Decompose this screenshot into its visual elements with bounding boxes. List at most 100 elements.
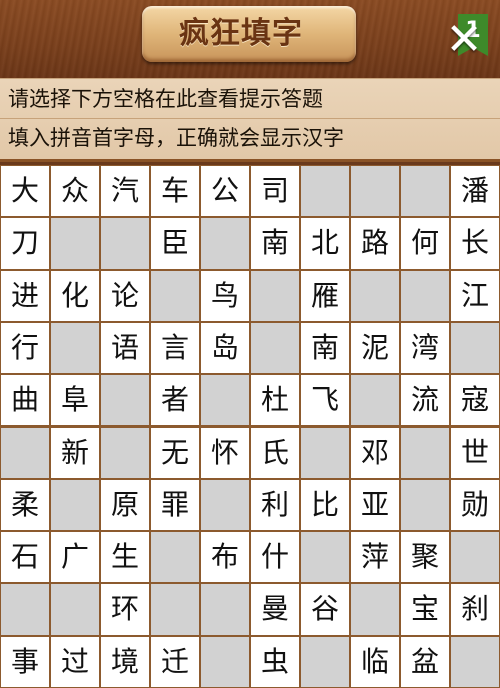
grid-cell-filled[interactable]: 广 xyxy=(50,531,100,584)
grid-cell-filled[interactable]: 泥 xyxy=(350,321,400,375)
grid-cell-filled[interactable]: 飞 xyxy=(300,374,350,427)
grid-cell-filled[interactable]: 石 xyxy=(0,531,50,584)
grid-cell-empty[interactable] xyxy=(450,321,500,375)
grid-cell-filled[interactable]: 阜 xyxy=(50,374,100,427)
grid-cell-empty[interactable] xyxy=(300,426,350,479)
grid-cell-empty[interactable] xyxy=(0,583,50,636)
grid-cell-filled[interactable]: 怀 xyxy=(200,426,250,479)
grid-cell-empty[interactable] xyxy=(100,426,150,479)
grid-cell-empty[interactable] xyxy=(250,321,300,375)
grid-cell-filled[interactable]: 雁 xyxy=(300,269,350,322)
grid-cell-filled[interactable]: 江 xyxy=(450,269,500,322)
grid-cell-empty[interactable] xyxy=(50,478,100,532)
grid-cell-filled[interactable]: 过 xyxy=(50,635,100,688)
grid-cell-empty[interactable] xyxy=(250,269,300,322)
grid-cell-filled[interactable]: 潘 xyxy=(450,165,500,218)
grid-cell-filled[interactable]: 利 xyxy=(250,478,300,532)
grid-cell-filled[interactable]: 盆 xyxy=(400,635,450,688)
grid-cell-filled[interactable]: 虫 xyxy=(250,635,300,688)
grid-cell-filled[interactable]: 聚 xyxy=(400,531,450,584)
close-icon[interactable]: ✕ xyxy=(438,14,490,66)
grid-cell-empty[interactable] xyxy=(0,426,50,479)
grid-cell-empty[interactable] xyxy=(400,165,450,218)
grid-cell-filled[interactable]: 公 xyxy=(200,165,250,218)
grid-cell-filled[interactable]: 宝 xyxy=(400,583,450,636)
grid-cell-empty[interactable] xyxy=(350,374,400,427)
grid-cell-filled[interactable]: 者 xyxy=(150,374,200,427)
grid-cell-filled[interactable]: 化 xyxy=(50,269,100,322)
grid-cell-empty[interactable] xyxy=(50,583,100,636)
grid-cell-filled[interactable]: 境 xyxy=(100,635,150,688)
grid-cell-empty[interactable] xyxy=(200,217,250,270)
grid-cell-filled[interactable]: 寇 xyxy=(450,374,500,427)
grid-cell-empty[interactable] xyxy=(200,374,250,427)
grid-cell-filled[interactable]: 萍 xyxy=(350,531,400,584)
grid-cell-filled[interactable]: 新 xyxy=(50,426,100,479)
grid-cell-filled[interactable]: 言 xyxy=(150,321,200,375)
grid-cell-filled[interactable]: 南 xyxy=(250,217,300,270)
grid-cell-filled[interactable]: 鸟 xyxy=(200,269,250,322)
grid-cell-filled[interactable]: 曼 xyxy=(250,583,300,636)
grid-cell-filled[interactable]: 司 xyxy=(250,165,300,218)
grid-cell-empty[interactable] xyxy=(400,269,450,322)
grid-cell-empty[interactable] xyxy=(350,583,400,636)
grid-cell-filled[interactable]: 曲 xyxy=(0,374,50,427)
grid-cell-filled[interactable]: 汽 xyxy=(100,165,150,218)
grid-cell-filled[interactable]: 环 xyxy=(100,583,150,636)
grid-cell-filled[interactable]: 世 xyxy=(450,426,500,479)
grid-cell-empty[interactable] xyxy=(50,321,100,375)
grid-cell-filled[interactable]: 刹 xyxy=(450,583,500,636)
grid-cell-empty[interactable] xyxy=(350,269,400,322)
grid-cell-filled[interactable]: 迁 xyxy=(150,635,200,688)
grid-cell-empty[interactable] xyxy=(450,531,500,584)
grid-cell-empty[interactable] xyxy=(200,635,250,688)
grid-cell-empty[interactable] xyxy=(350,165,400,218)
grid-cell-empty[interactable] xyxy=(200,478,250,532)
grid-cell-filled[interactable]: 众 xyxy=(50,165,100,218)
grid-cell-filled[interactable]: 大 xyxy=(0,165,50,218)
grid-cell-filled[interactable]: 车 xyxy=(150,165,200,218)
grid-cell-empty[interactable] xyxy=(450,635,500,688)
grid-cell-filled[interactable]: 无 xyxy=(150,426,200,479)
grid-cell-filled[interactable]: 氏 xyxy=(250,426,300,479)
grid-cell-filled[interactable]: 南 xyxy=(300,321,350,375)
grid-cell-filled[interactable]: 谷 xyxy=(300,583,350,636)
grid-cell-filled[interactable]: 流 xyxy=(400,374,450,427)
grid-cell-empty[interactable] xyxy=(100,374,150,427)
grid-cell-filled[interactable]: 比 xyxy=(300,478,350,532)
grid-cell-filled[interactable]: 亚 xyxy=(350,478,400,532)
grid-cell-filled[interactable]: 刀 xyxy=(0,217,50,270)
grid-cell-filled[interactable]: 行 xyxy=(0,321,50,375)
grid-cell-empty[interactable] xyxy=(300,165,350,218)
grid-cell-empty[interactable] xyxy=(150,583,200,636)
grid-cell-empty[interactable] xyxy=(200,583,250,636)
grid-cell-empty[interactable] xyxy=(300,531,350,584)
grid-cell-filled[interactable]: 北 xyxy=(300,217,350,270)
grid-cell-filled[interactable]: 罪 xyxy=(150,478,200,532)
grid-cell-filled[interactable]: 长 xyxy=(450,217,500,270)
grid-cell-empty[interactable] xyxy=(400,426,450,479)
grid-cell-filled[interactable]: 论 xyxy=(100,269,150,322)
grid-cell-filled[interactable]: 什 xyxy=(250,531,300,584)
grid-cell-filled[interactable]: 布 xyxy=(200,531,250,584)
grid-cell-empty[interactable] xyxy=(300,635,350,688)
grid-cell-filled[interactable]: 路 xyxy=(350,217,400,270)
grid-cell-filled[interactable]: 临 xyxy=(350,635,400,688)
grid-cell-filled[interactable]: 进 xyxy=(0,269,50,322)
grid-cell-filled[interactable]: 何 xyxy=(400,217,450,270)
grid-cell-filled[interactable]: 湾 xyxy=(400,321,450,375)
grid-cell-filled[interactable]: 生 xyxy=(100,531,150,584)
grid-cell-filled[interactable]: 杜 xyxy=(250,374,300,427)
grid-cell-empty[interactable] xyxy=(150,531,200,584)
grid-cell-empty[interactable] xyxy=(50,217,100,270)
grid-cell-filled[interactable]: 邓 xyxy=(350,426,400,479)
grid-cell-filled[interactable]: 臣 xyxy=(150,217,200,270)
grid-cell-filled[interactable]: 语 xyxy=(100,321,150,375)
grid-cell-filled[interactable]: 勋 xyxy=(450,478,500,532)
grid-cell-filled[interactable]: 事 xyxy=(0,635,50,688)
grid-cell-empty[interactable] xyxy=(100,217,150,270)
grid-cell-filled[interactable]: 原 xyxy=(100,478,150,532)
grid-cell-empty[interactable] xyxy=(400,478,450,532)
grid-cell-filled[interactable]: 柔 xyxy=(0,478,50,532)
grid-cell-empty[interactable] xyxy=(150,269,200,322)
